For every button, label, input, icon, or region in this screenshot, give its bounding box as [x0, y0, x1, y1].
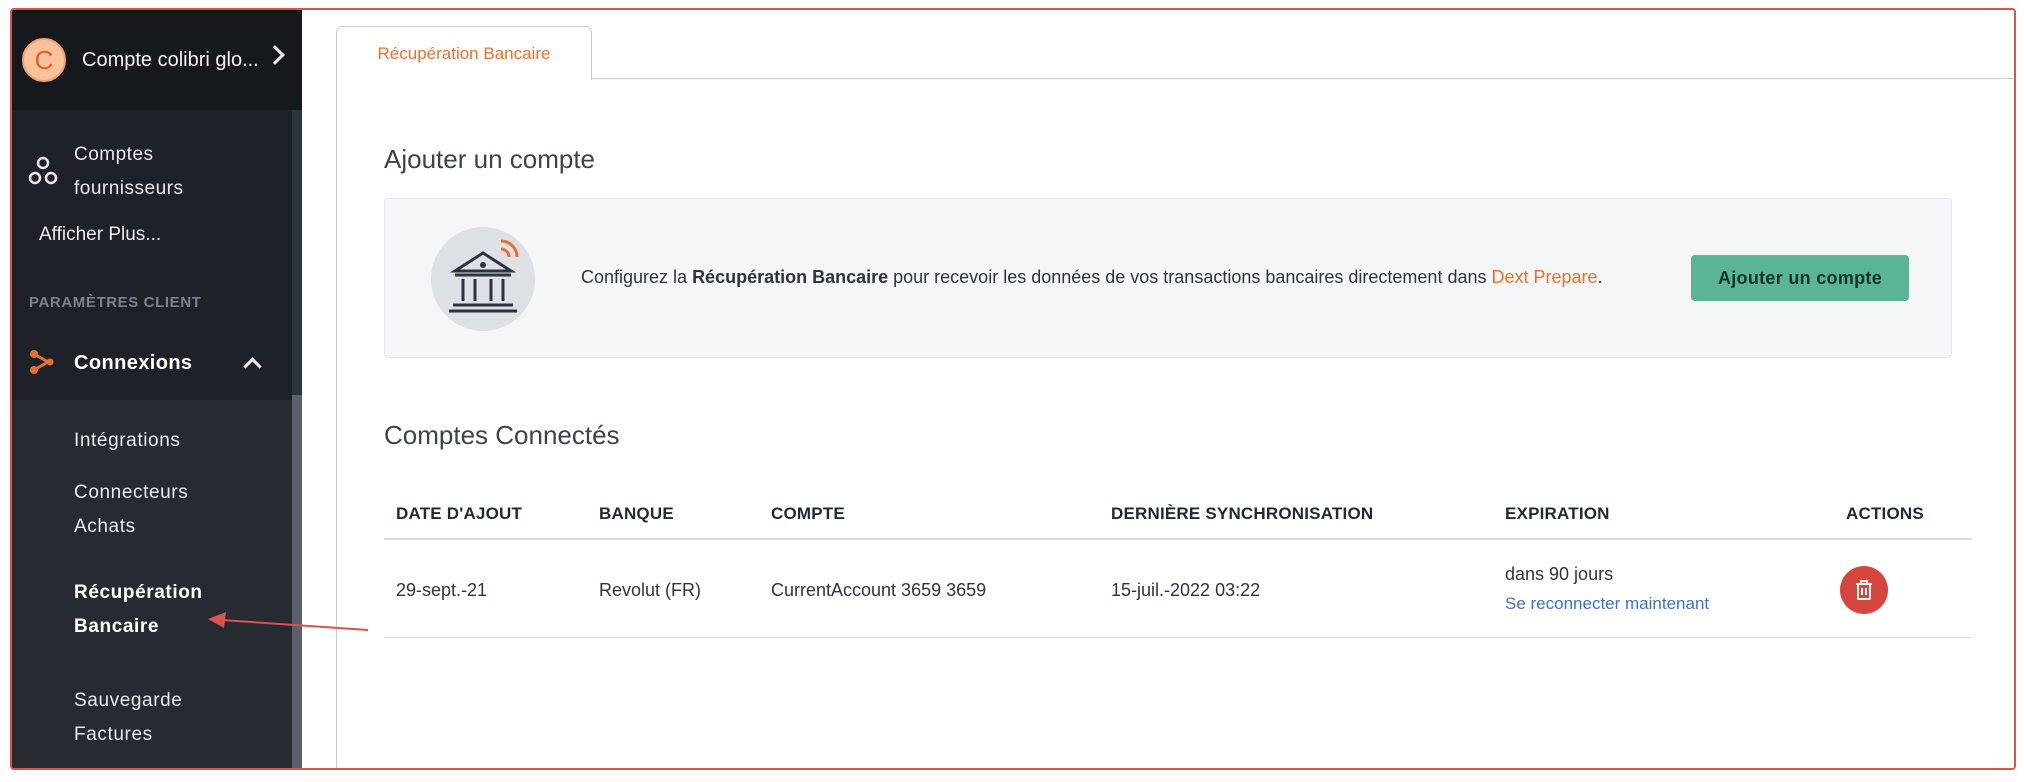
sidebar: C Compte colibri glo... Comptes fourniss… — [12, 10, 302, 768]
cell-last-sync: 15-juil.-2022 03:22 — [1111, 580, 1261, 600]
sidebar-item-label: Comptes fournisseurs — [74, 144, 184, 199]
delete-button[interactable] — [1840, 566, 1888, 614]
sidebar-item-label: Connexions — [74, 352, 193, 374]
connected-accounts-title: Comptes Connectés — [384, 420, 620, 450]
column-header-account: COMPTE — [771, 504, 845, 523]
bank-icon — [449, 239, 519, 313]
sidebar-scrollbar-thumb[interactable] — [292, 395, 302, 768]
reconnect-link[interactable]: Se reconnecter maintenant — [1505, 594, 1709, 614]
add-account-title: Ajouter un compte — [384, 144, 596, 174]
table-row: 29-sept.-21 Revolut (FR) CurrentAccount … — [384, 542, 1972, 638]
trash-icon — [1856, 580, 1872, 600]
main-content: Récupération Bancaire Ajouter un compte — [302, 10, 2014, 768]
content-border — [336, 78, 337, 768]
connexions-submenu: Intégrations Connecteurs Achats Récupéra… — [12, 400, 292, 768]
submenu-item-bank-feeds[interactable]: Récupération Bancaire — [74, 576, 203, 644]
add-account-button[interactable]: Ajouter un compte — [1691, 255, 1909, 301]
suppliers-icon — [28, 156, 58, 185]
cell-bank: Revolut (FR) — [599, 580, 702, 600]
sidebar-item-connexions[interactable]: Connexions — [12, 332, 292, 400]
table-header: DATE D'AJOUT BANQUE COMPTE DERNIÈRE SYNC… — [384, 480, 1972, 540]
submenu-item-invoice-backup[interactable]: Sauvegarde Factures — [74, 684, 182, 752]
connections-icon — [30, 350, 54, 374]
submenu-item-integrations[interactable]: Intégrations — [74, 424, 181, 458]
column-header-last-sync: DERNIÈRE SYNCHRONISATION — [1111, 504, 1374, 523]
tab-bank-feeds[interactable]: Récupération Bancaire — [336, 26, 592, 80]
cell-date: 29-sept.-21 — [396, 580, 488, 600]
show-more-link[interactable]: Afficher Plus... — [39, 224, 319, 246]
bank-feeds-description: Configurez la Récupération Bancaire pour… — [581, 267, 1603, 287]
bank-illustration — [431, 227, 535, 331]
chevron-up-icon[interactable] — [243, 357, 262, 376]
cell-expiration: dans 90 jours — [1505, 564, 1614, 584]
org-switcher[interactable]: C Compte colibri glo... — [12, 10, 302, 110]
column-header-bank: BANQUE — [599, 504, 674, 523]
cell-account: CurrentAccount 3659 3659 — [771, 580, 987, 600]
avatar: C — [22, 38, 66, 82]
add-account-card: Configurez la Récupération Bancaire pour… — [384, 198, 1952, 358]
screenshot-frame: C Compte colibri glo... Comptes fourniss… — [10, 8, 2016, 770]
org-name: Compte colibri glo... — [82, 48, 259, 71]
sidebar-item-suppliers[interactable]: Comptes fournisseurs — [12, 128, 292, 204]
column-header-actions: ACTIONS — [1846, 504, 1924, 523]
section-title-client-settings: PARAMÈTRES CLIENT — [29, 294, 202, 311]
column-header-date: DATE D'AJOUT — [396, 504, 523, 523]
submenu-item-purchase-connectors[interactable]: Connecteurs Achats — [74, 476, 188, 544]
dext-prepare-link[interactable]: Dext Prepare — [1491, 267, 1597, 287]
column-header-expiration: EXPIRATION — [1505, 504, 1610, 523]
